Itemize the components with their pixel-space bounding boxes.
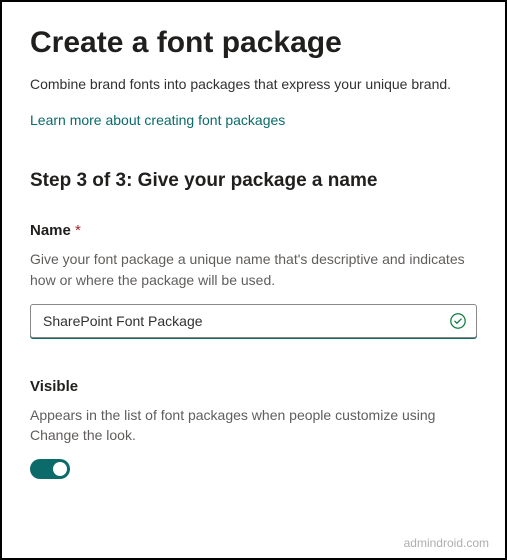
learn-more-link[interactable]: Learn more about creating font packages <box>30 112 285 128</box>
name-field-label: Name * <box>30 222 477 239</box>
checkmark-circle-icon <box>449 312 467 330</box>
name-input[interactable] <box>30 304 477 338</box>
page-subtitle: Combine brand fonts into packages that e… <box>30 74 477 94</box>
name-field-description: Give your font package a unique name tha… <box>30 249 477 290</box>
visible-toggle[interactable] <box>30 459 70 479</box>
name-input-wrapper <box>30 304 477 338</box>
page-title: Create a font package <box>30 26 477 60</box>
required-indicator: * <box>75 222 81 239</box>
name-label-text: Name <box>30 222 71 239</box>
visible-field-label: Visible <box>30 378 477 395</box>
watermark-text: admindroid.com <box>404 536 489 550</box>
toggle-knob <box>53 462 67 476</box>
visible-field-description: Appears in the list of font packages whe… <box>30 405 477 446</box>
step-heading: Step 3 of 3: Give your package a name <box>30 170 477 192</box>
